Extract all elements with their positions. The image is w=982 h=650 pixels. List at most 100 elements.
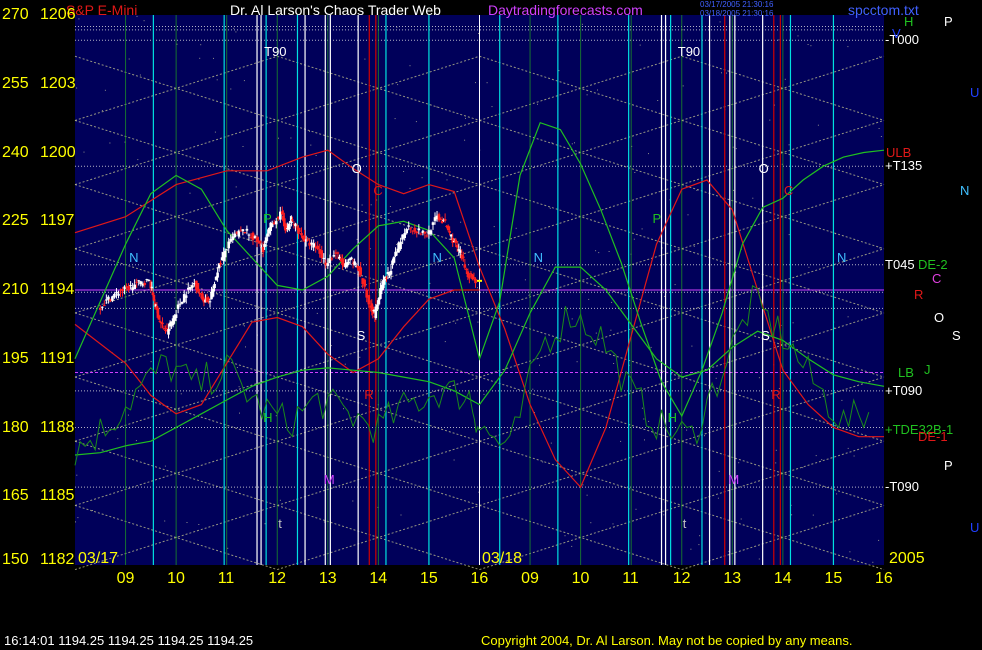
star-dot — [586, 94, 588, 96]
star-dot — [238, 386, 240, 388]
x-tick-label: 14 — [369, 570, 388, 587]
star-dot — [455, 322, 457, 324]
y-tick-label: 180 1188 — [2, 418, 75, 436]
planet-glyph: U — [970, 520, 980, 536]
price-bar — [298, 230, 302, 232]
year-label: 2005 — [889, 550, 925, 567]
y-price-tick: 1182 — [40, 551, 75, 568]
price-bar — [113, 294, 116, 298]
price-bar — [243, 232, 247, 233]
right-level-label: ULB — [886, 144, 912, 160]
chart-annotation: H — [667, 410, 678, 426]
star-dot — [791, 514, 793, 516]
star-dot — [620, 440, 622, 442]
price-bar — [143, 283, 147, 286]
y-price-tick: 1188 — [40, 418, 75, 436]
star-dot — [344, 363, 346, 365]
star-dot — [127, 414, 129, 416]
star-dot — [738, 462, 740, 464]
planet-glyph: J — [924, 362, 931, 378]
right-level-label: DE-2 — [918, 256, 948, 272]
star-dot — [613, 363, 615, 364]
price-bar — [322, 257, 326, 259]
star-dot — [850, 28, 852, 30]
star-dot — [818, 290, 820, 292]
star-dot — [807, 44, 809, 45]
star-dot — [478, 33, 479, 34]
x-tick-label: 15 — [824, 570, 843, 587]
price-bar — [291, 219, 294, 221]
star-dot — [244, 325, 245, 327]
price-bar — [415, 231, 419, 234]
star-dot — [369, 248, 371, 250]
star-dot — [811, 389, 813, 391]
star-dot — [792, 322, 794, 324]
star-dot — [290, 137, 292, 139]
price-bar — [219, 263, 222, 265]
y-outer-tick: 270 — [2, 6, 29, 23]
star-dot — [341, 428, 343, 430]
price-bar — [403, 233, 406, 238]
star-dot — [537, 103, 538, 105]
star-dot — [775, 462, 777, 464]
star-dot — [216, 79, 218, 81]
price-bar — [137, 280, 140, 282]
star-dot — [101, 110, 103, 111]
star-dot — [150, 361, 152, 363]
price-bar — [266, 233, 269, 237]
price-bar — [129, 285, 132, 287]
y-tick-label: 225 1197 — [2, 213, 74, 229]
price-bar — [211, 288, 215, 297]
star-dot — [564, 535, 566, 537]
star-dot — [682, 29, 684, 31]
price-bar — [376, 304, 379, 310]
star-dot — [409, 187, 411, 189]
chart-annotation: N — [432, 249, 442, 265]
x-tick-label: 11 — [622, 570, 639, 587]
price-bar — [167, 329, 170, 335]
star-dot — [588, 406, 590, 408]
star-dot — [612, 523, 614, 525]
star-dot — [639, 44, 641, 46]
price-bar — [233, 233, 237, 238]
site-link[interactable]: Daytradingforecasts.com — [488, 2, 643, 18]
star-dot — [758, 558, 760, 560]
price-bar — [261, 247, 265, 253]
star-dot — [137, 159, 139, 161]
chart-annotation: P — [652, 210, 662, 226]
right-level-label: +T135 — [885, 158, 923, 174]
y-price-tick: 1191 — [40, 349, 75, 367]
star-dot — [597, 89, 598, 91]
y-outer-tick: 150 — [2, 551, 29, 568]
star-dot — [400, 514, 402, 516]
price-bar — [474, 278, 477, 284]
star-dot — [686, 429, 688, 431]
star-dot — [810, 45, 812, 47]
star-dot — [528, 294, 530, 296]
star-dot — [815, 455, 817, 457]
price-bar — [448, 231, 451, 233]
star-dot — [264, 523, 266, 525]
price-bar — [316, 245, 319, 249]
planet-glyph: C — [932, 270, 942, 286]
y-tick-label: 195 1191 — [2, 349, 75, 367]
price-bar — [407, 225, 410, 227]
star-dot — [848, 167, 850, 169]
price-bar — [347, 262, 350, 264]
star-dot — [674, 284, 676, 286]
y-price-tick: 1197 — [40, 212, 75, 230]
star-dot — [733, 189, 735, 191]
star-dot — [718, 470, 720, 472]
star-dot — [663, 514, 665, 516]
star-dot — [493, 226, 495, 228]
x-tick-label: 10 — [571, 570, 590, 587]
chart-annotation: C — [783, 183, 794, 199]
price-bar — [103, 305, 106, 307]
star-dot — [715, 377, 717, 379]
price-bar — [359, 267, 362, 275]
planet-glyph: P — [944, 458, 953, 474]
star-dot — [847, 447, 849, 449]
price-bar — [429, 230, 433, 235]
star-dot — [491, 106, 493, 108]
price-bar — [184, 295, 188, 298]
